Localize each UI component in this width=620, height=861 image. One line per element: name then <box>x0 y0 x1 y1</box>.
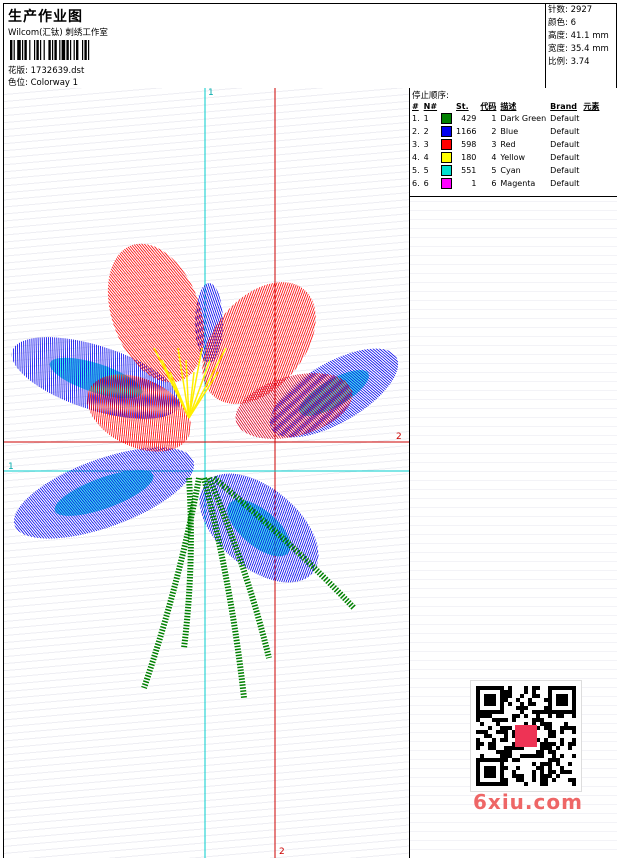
row-n: 3 <box>423 140 429 149</box>
col-desc: 描述 <box>500 101 517 111</box>
color-swatch <box>441 113 453 124</box>
color-swatch <box>441 152 453 163</box>
col-code: 代码 <box>480 101 497 111</box>
row-index: 1. <box>412 114 420 123</box>
row-brand: Default <box>550 153 580 162</box>
col-n: N# <box>423 101 438 111</box>
colorway-value: Colorway 1 <box>30 78 79 88</box>
row-brand: Default <box>550 166 580 175</box>
row-n: 1 <box>423 114 429 123</box>
row-stitches: 180 <box>461 153 477 162</box>
col-swatch <box>439 100 454 112</box>
color-swatch <box>441 126 453 137</box>
row-code: 1 <box>491 114 497 123</box>
table-row[interactable]: 2. 2 1166 2 Blue Default <box>410 125 601 138</box>
row-desc: Yellow <box>500 153 526 162</box>
qr-code <box>470 680 582 792</box>
design-line: 花版: 1732639.dst <box>8 64 84 76</box>
row-code: 4 <box>491 153 497 162</box>
stat-height: 高度: 41.1 mm <box>548 31 609 41</box>
stat-colors: 颜色: 6 <box>548 18 576 28</box>
row-desc: Dark Green <box>500 114 547 123</box>
stat-stitches: 针数: 2927 <box>548 5 593 15</box>
axis-label-h2: 2 <box>396 432 402 442</box>
barcode <box>10 40 90 60</box>
row-n: 2 <box>423 127 429 136</box>
axis-label-h1: 1 <box>8 462 14 472</box>
stats-panel: 针数: 2927 颜色: 6 高度: 41.1 mm 宽度: 35.4 mm 比… <box>545 4 618 88</box>
row-swatch <box>439 177 454 190</box>
header: 生产作业图 Wilcom(汇钛) 刺绣工作室 花版: 1732639.dst 色… <box>4 4 544 88</box>
row-index: 6. <box>412 179 420 188</box>
stop-sequence-box: 停止顺序: # N# St. 代码 描述 Brand 元素 1. 1 429 1 Dar… <box>410 88 617 197</box>
row-element <box>581 177 601 190</box>
company-name: Wilcom(汇钛) 刺绣工作室 <box>8 28 108 38</box>
design-label: 花版: <box>8 66 28 76</box>
design-value: 1732639.dst <box>30 66 85 76</box>
row-n: 4 <box>423 153 429 162</box>
row-code: 2 <box>491 127 497 136</box>
stat-scale: 比例: 3.74 <box>548 57 590 67</box>
table-row[interactable]: 1. 1 429 1 Dark Green Default <box>410 112 601 125</box>
color-swatch <box>441 178 453 189</box>
design-canvas[interactable]: 1 2 1 2 <box>4 88 409 858</box>
axis-label-v2: 2 <box>279 847 285 857</box>
row-swatch <box>439 164 454 177</box>
table-row[interactable]: 4. 4 180 4 Yellow Default <box>410 151 601 164</box>
row-swatch <box>439 125 454 138</box>
row-element <box>581 112 601 125</box>
col-index: # <box>412 101 419 111</box>
row-element <box>581 125 601 138</box>
row-desc: Red <box>500 140 516 149</box>
row-brand: Default <box>550 127 580 136</box>
col-stitches: St. <box>456 101 469 111</box>
row-desc: Cyan <box>500 166 521 175</box>
table-row[interactable]: 3. 3 598 3 Red Default <box>410 138 601 151</box>
row-desc: Magenta <box>500 179 536 188</box>
row-code: 3 <box>491 140 497 149</box>
color-swatch <box>441 165 453 176</box>
watermark: 6xiu.com <box>473 790 583 814</box>
row-index: 3. <box>412 140 420 149</box>
color-table-header: # N# St. 代码 描述 Brand 元素 <box>410 100 601 112</box>
page-title: 生产作业图 <box>8 9 83 25</box>
row-desc: Blue <box>500 127 519 136</box>
table-row[interactable]: 6. 6 1 6 Magenta Default <box>410 177 601 190</box>
row-stitches: 551 <box>461 166 477 175</box>
embroidery-flower <box>4 230 409 699</box>
axis-label-v1: 1 <box>208 88 214 98</box>
row-code: 5 <box>491 166 497 175</box>
colorway-line: 色位: Colorway 1 <box>8 76 78 88</box>
col-brand: Brand <box>550 101 578 111</box>
row-n: 5 <box>423 166 429 175</box>
row-stitches: 1 <box>471 179 477 188</box>
row-stitches: 429 <box>461 114 477 123</box>
stat-width: 宽度: 35.4 mm <box>548 44 609 54</box>
table-row[interactable]: 5. 5 551 5 Cyan Default <box>410 164 601 177</box>
col-element: 元素 <box>583 101 600 111</box>
color-swatch <box>441 139 453 150</box>
row-swatch <box>439 138 454 151</box>
row-swatch <box>439 112 454 125</box>
color-table: # N# St. 代码 描述 Brand 元素 1. 1 429 1 Dark Gree… <box>410 100 601 190</box>
row-n: 6 <box>423 179 429 188</box>
row-stitches: 598 <box>461 140 477 149</box>
row-brand: Default <box>550 114 580 123</box>
row-element <box>581 151 601 164</box>
row-brand: Default <box>550 179 580 188</box>
row-index: 5. <box>412 166 420 175</box>
row-code: 6 <box>491 179 497 188</box>
row-index: 2. <box>412 127 420 136</box>
row-element <box>581 138 601 151</box>
row-index: 4. <box>412 153 420 162</box>
row-stitches: 1166 <box>456 127 477 136</box>
embroidery-preview <box>4 88 409 858</box>
row-brand: Default <box>550 140 580 149</box>
row-swatch <box>439 151 454 164</box>
row-element <box>581 164 601 177</box>
colorway-label: 色位: <box>8 78 28 88</box>
